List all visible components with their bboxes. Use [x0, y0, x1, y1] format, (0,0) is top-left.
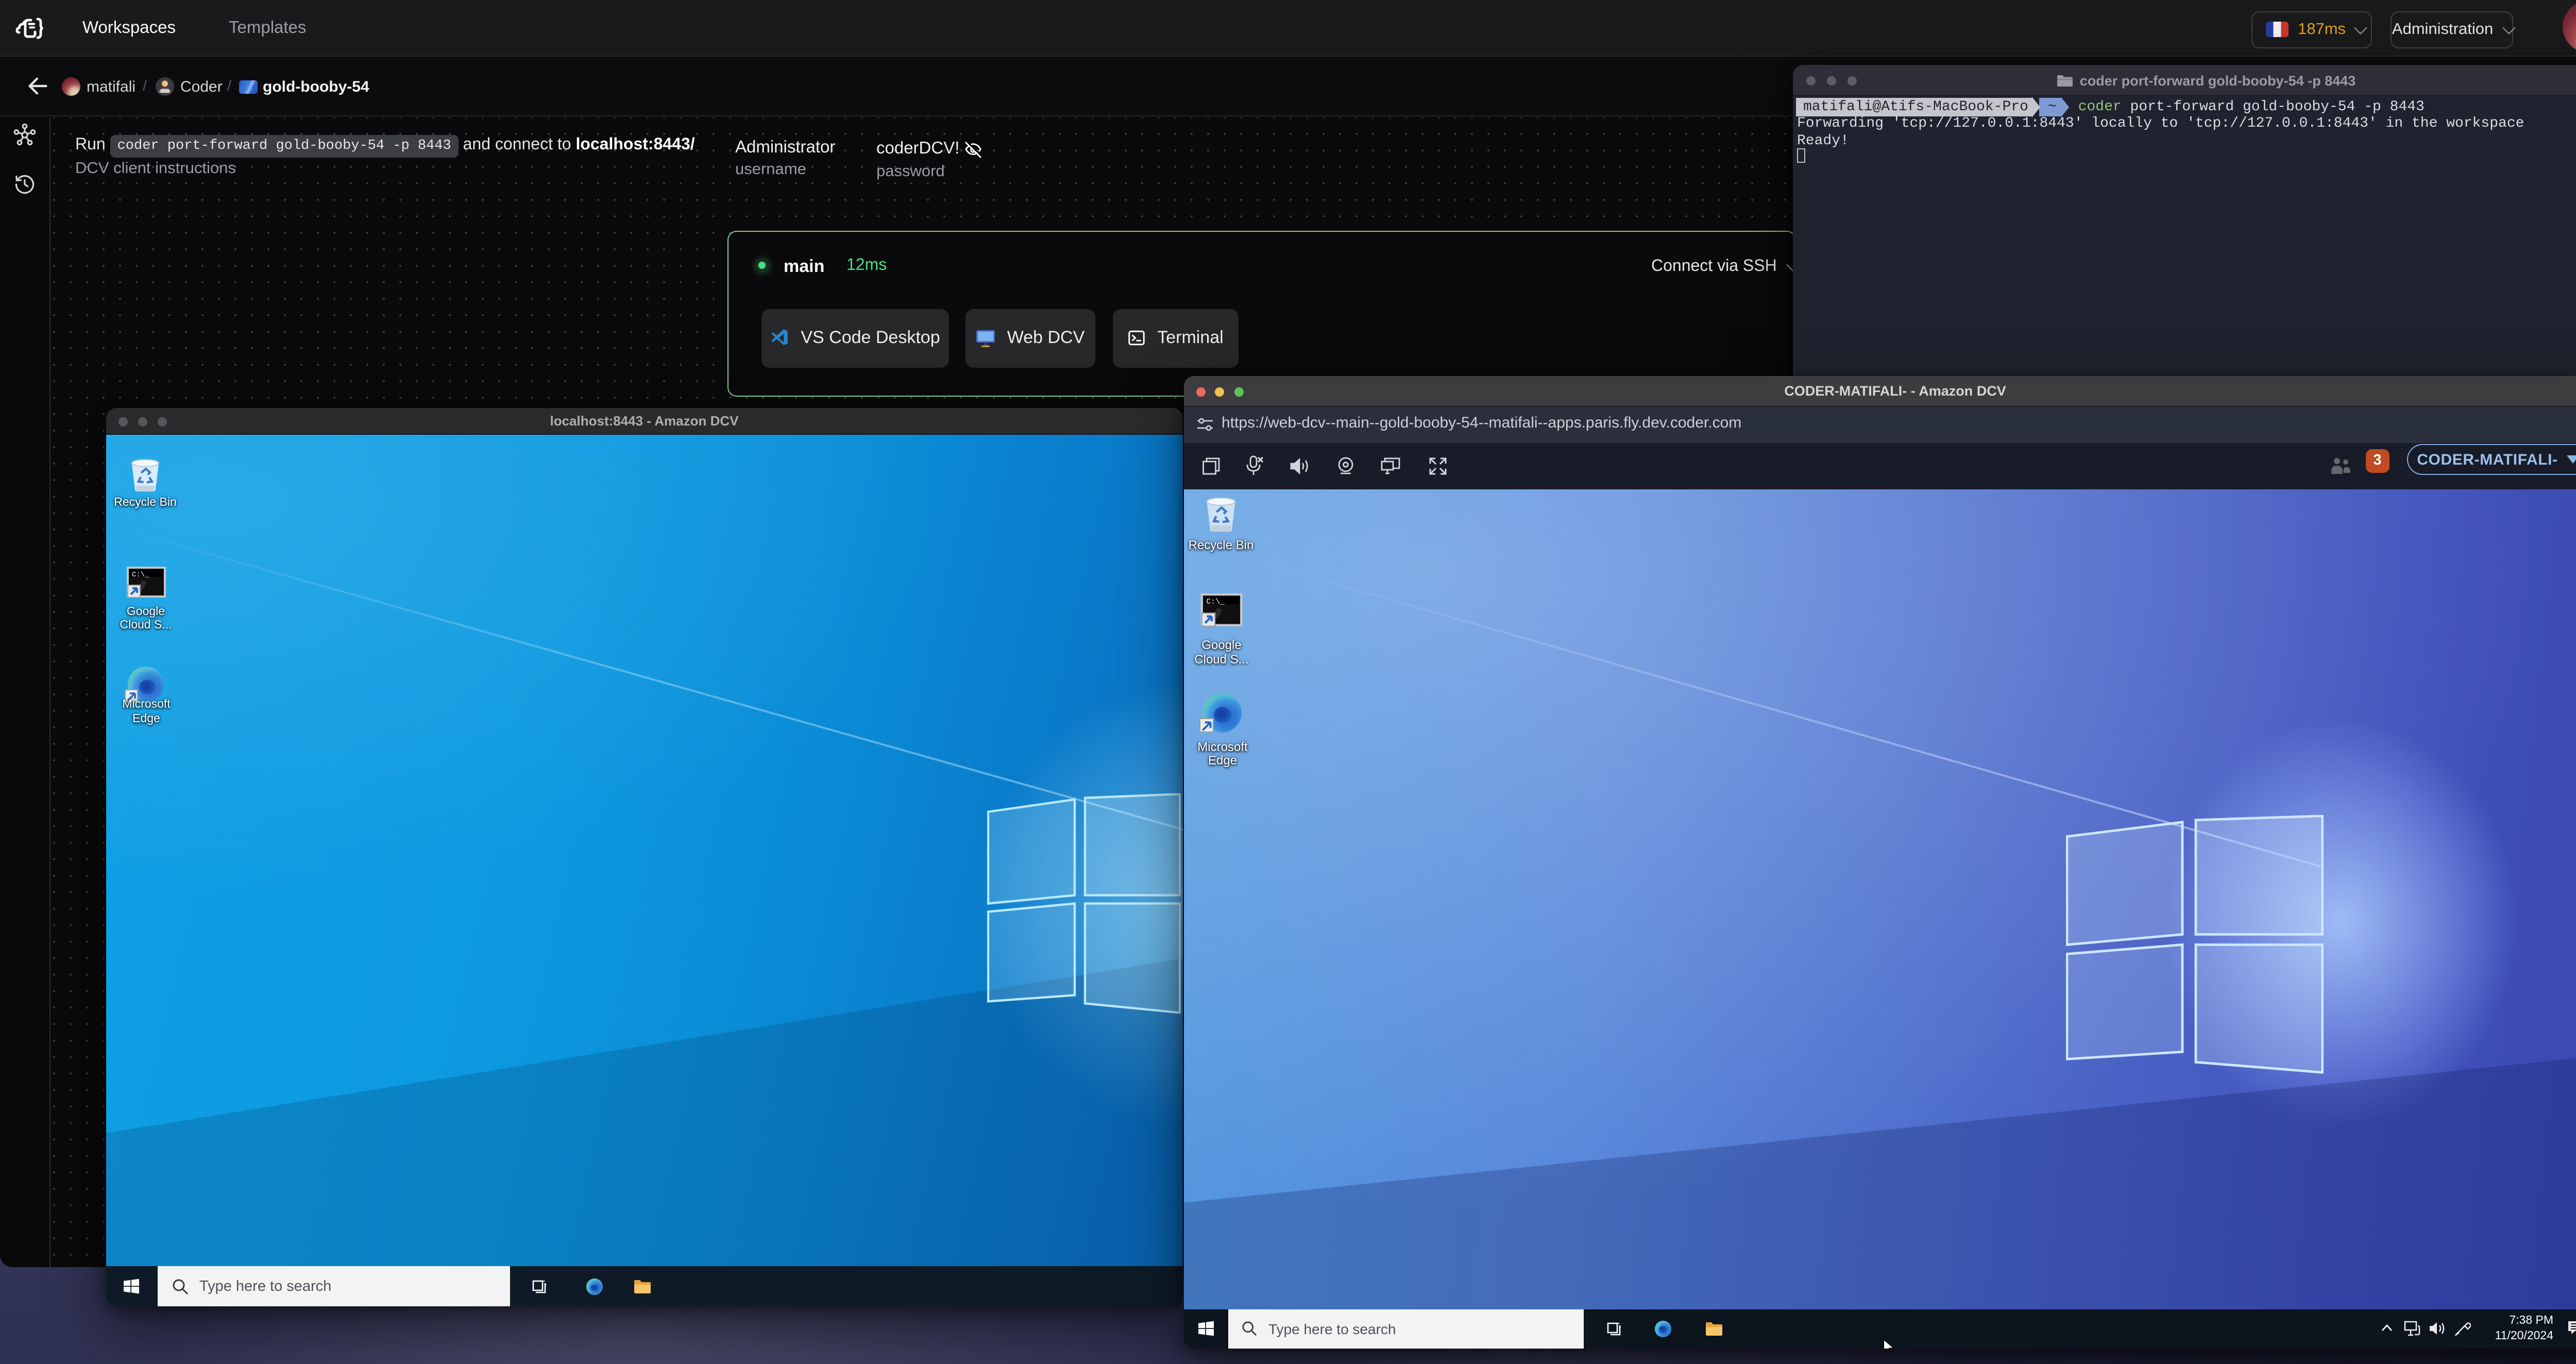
svg-text:C:\_: C:\_ [1206, 598, 1224, 606]
svg-text:C:\_: C:\_ [131, 571, 149, 579]
